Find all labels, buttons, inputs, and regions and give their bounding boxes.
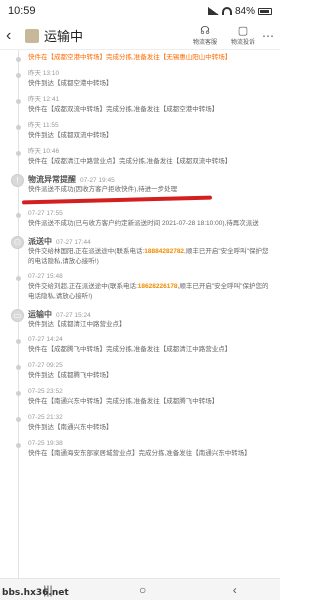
entry-text: 快件在【成都空港中转场】完成分拣,准备发往【无锡惠山阳山中转场】 [28, 54, 232, 61]
entry-text: 快件在【成都清江中路营业点】完成分拣,准备发往【成都双流中转场】 [28, 158, 232, 165]
truck-icon: ▭ [11, 309, 24, 322]
delivery-title: 派送中 [28, 237, 52, 246]
timeline-entry: 昨天 10:46 快件在【成都清江中路营业点】完成分拣,准备发往【成都双流中转场… [16, 144, 272, 170]
entry-time: 07-27 15:48 [28, 273, 63, 280]
entry-time: 07-27 14:24 [28, 336, 63, 343]
timeline-entry: 07-27 17:55 快件派送不成功(已与收方客户约定新派送时间 2021-0… [16, 206, 272, 232]
timeline-dot [16, 99, 21, 104]
page-title: 运输中 [44, 29, 84, 44]
entry-time: 昨天 11:55 [28, 122, 59, 129]
courier-icon: ⚇ [11, 236, 24, 249]
timeline-dot [16, 73, 21, 78]
home-icon[interactable]: ○ [139, 583, 146, 597]
timeline-dot [16, 57, 21, 62]
timeline-dot [16, 125, 21, 130]
more-icon[interactable]: ⋯ [262, 29, 274, 43]
transit-title: 运输中 [28, 310, 52, 319]
app-header: ‹ 运输中 ☊ 物流客服 ▢ 物流投诉 ⋯ [0, 22, 280, 50]
timeline-dot [16, 276, 21, 281]
transit-time: 07-27 15:24 [56, 312, 91, 319]
entry-text: 快件在【成都腾飞中转场】完成分拣,准备发往【成都清江中路营业点】 [28, 346, 232, 353]
transit-group: ▭ 运输中 07-27 15:24 快件到达【成都清江中路营业点】 [11, 305, 272, 332]
logistics-complaint-button[interactable]: ▢ 物流投诉 [228, 25, 258, 46]
timeline-dot [16, 213, 21, 218]
entry-time: 07-27 09:25 [28, 362, 63, 369]
signal-icon [207, 7, 219, 15]
tracking-timeline: 快件在【成都空港中转场】完成分拣,准备发往【无锡惠山阳山中转场】 昨天 13:1… [0, 50, 280, 578]
entry-time: 昨天 10:46 [28, 148, 60, 155]
timeline-entry: 07-25 23:52 快件在【南通兴东中转场】完成分拣,准备发往【成都腾飞中转… [16, 384, 272, 410]
delivery-group: ⚇ 派送中 07-27 17:44 快件交给林国阳,正在派送途中(联系电话:18… [11, 232, 272, 269]
entry-text: 快件到达【成都双流中转场】 [28, 132, 113, 139]
exception-group: ! 物流异常提醒 07-27 19:45 快件派送不成功(因收方客户拒收快件),… [11, 170, 272, 206]
timeline-dot [16, 443, 21, 448]
delivery-text: 快件交给林国阳,正在派送途中(联系电话:18884282782,顺丰已开启"安全… [28, 248, 269, 265]
entry-text: 快件在【南通兴东中转场】完成分拣,准备发往【成都腾飞中转场】 [28, 398, 219, 405]
battery-icon [258, 7, 272, 15]
timeline-entry: 快件在【成都空港中转场】完成分拣,准备发往【无锡惠山阳山中转场】 [16, 50, 272, 66]
status-time: 10:59 [8, 5, 36, 17]
entry-text: 快件在【南通海安东部家居城营业点】完成分拣,准备发往【南通兴东中转场】 [28, 450, 251, 457]
logistics-service-button[interactable]: ☊ 物流客服 [190, 25, 220, 46]
complaint-icon: ▢ [237, 25, 249, 37]
timeline-entry: 07-27 14:24 快件在【成都腾飞中转场】完成分拣,准备发往【成都清江中路… [16, 332, 272, 358]
entry-text: 快件交给刘超,正在派送途中(联系电话:18628226178,顺丰已开启"安全呼… [28, 283, 269, 300]
entry-text: 快件派送不成功(已与收方客户约定新派送时间 2021-07-28 18:10:0… [28, 220, 259, 227]
exception-time: 07-27 19:45 [80, 177, 115, 184]
alert-icon: ! [11, 174, 24, 187]
entry-time: 昨天 12:41 [28, 96, 60, 103]
entry-time: 07-25 23:52 [28, 388, 63, 395]
timeline-dot [16, 417, 21, 422]
status-bar: 10:59 84% [0, 0, 280, 22]
product-thumbnail [25, 28, 39, 43]
entry-text: 快件在【成都双流中转场】完成分拣,准备发往【成都空港中转场】 [28, 106, 219, 113]
headset-icon: ☊ [200, 25, 210, 37]
watermark-text: bbs.hx36.net [2, 588, 69, 598]
red-underline-annotation [21, 195, 213, 205]
logistics-complaint-label: 物流投诉 [230, 40, 255, 46]
exception-text: 快件派送不成功(因收方客户拒收快件),待进一步处理 [28, 186, 178, 193]
entry-text: 快件到达【成都空港中转场】 [28, 80, 113, 87]
entry-time: 07-25 19:38 [28, 440, 63, 447]
courier-phone-link[interactable]: 18628226178 [138, 283, 178, 290]
battery-text: 84% [234, 5, 255, 17]
courier-phone-link[interactable]: 18884282782 [144, 248, 184, 255]
back-icon[interactable]: ‹ [6, 27, 20, 45]
timeline-entry: 昨天 12:41 快件在【成都双流中转场】完成分拣,准备发往【成都空港中转场】 [16, 92, 272, 118]
entry-text: 快件到达【南通兴东中转场】 [28, 424, 113, 431]
timeline-entry: 昨天 13:10 快件到达【成都空港中转场】 [16, 66, 272, 92]
timeline-dot [16, 339, 21, 344]
entry-text: 快件到达【成都腾飞中转场】 [28, 372, 113, 379]
entry-time: 昨天 13:10 [28, 70, 60, 77]
delivery-time: 07-27 17:44 [56, 239, 91, 246]
timeline-entry: 07-25 21:32 快件到达【南通兴东中转场】 [16, 410, 272, 436]
exception-title: 物流异常提醒 [28, 175, 76, 184]
logistics-service-label: 物流客服 [192, 40, 217, 46]
timeline-entry: 07-27 15:48 快件交给刘超,正在派送途中(联系电话:186282261… [16, 269, 272, 305]
entry-time: 07-27 17:55 [28, 210, 63, 217]
entry-time: 07-25 21:32 [28, 414, 63, 421]
back-nav-icon[interactable]: ‹ [233, 583, 237, 597]
timeline-entry: 昨天 11:55 快件到达【成都双流中转场】 [16, 118, 272, 144]
timeline-entry: 07-27 09:25 快件到达【成都腾飞中转场】 [16, 358, 272, 384]
timeline-dot [16, 365, 21, 370]
timeline-dot [16, 391, 21, 396]
transit-text: 快件到达【成都清江中路营业点】 [28, 321, 126, 328]
timeline-entry: 07-25 19:38 快件在【南通海安东部家居城营业点】完成分拣,准备发往【南… [16, 436, 272, 462]
wifi-icon [221, 7, 232, 15]
timeline-dot [16, 151, 21, 156]
status-icons: 84% [207, 5, 272, 17]
